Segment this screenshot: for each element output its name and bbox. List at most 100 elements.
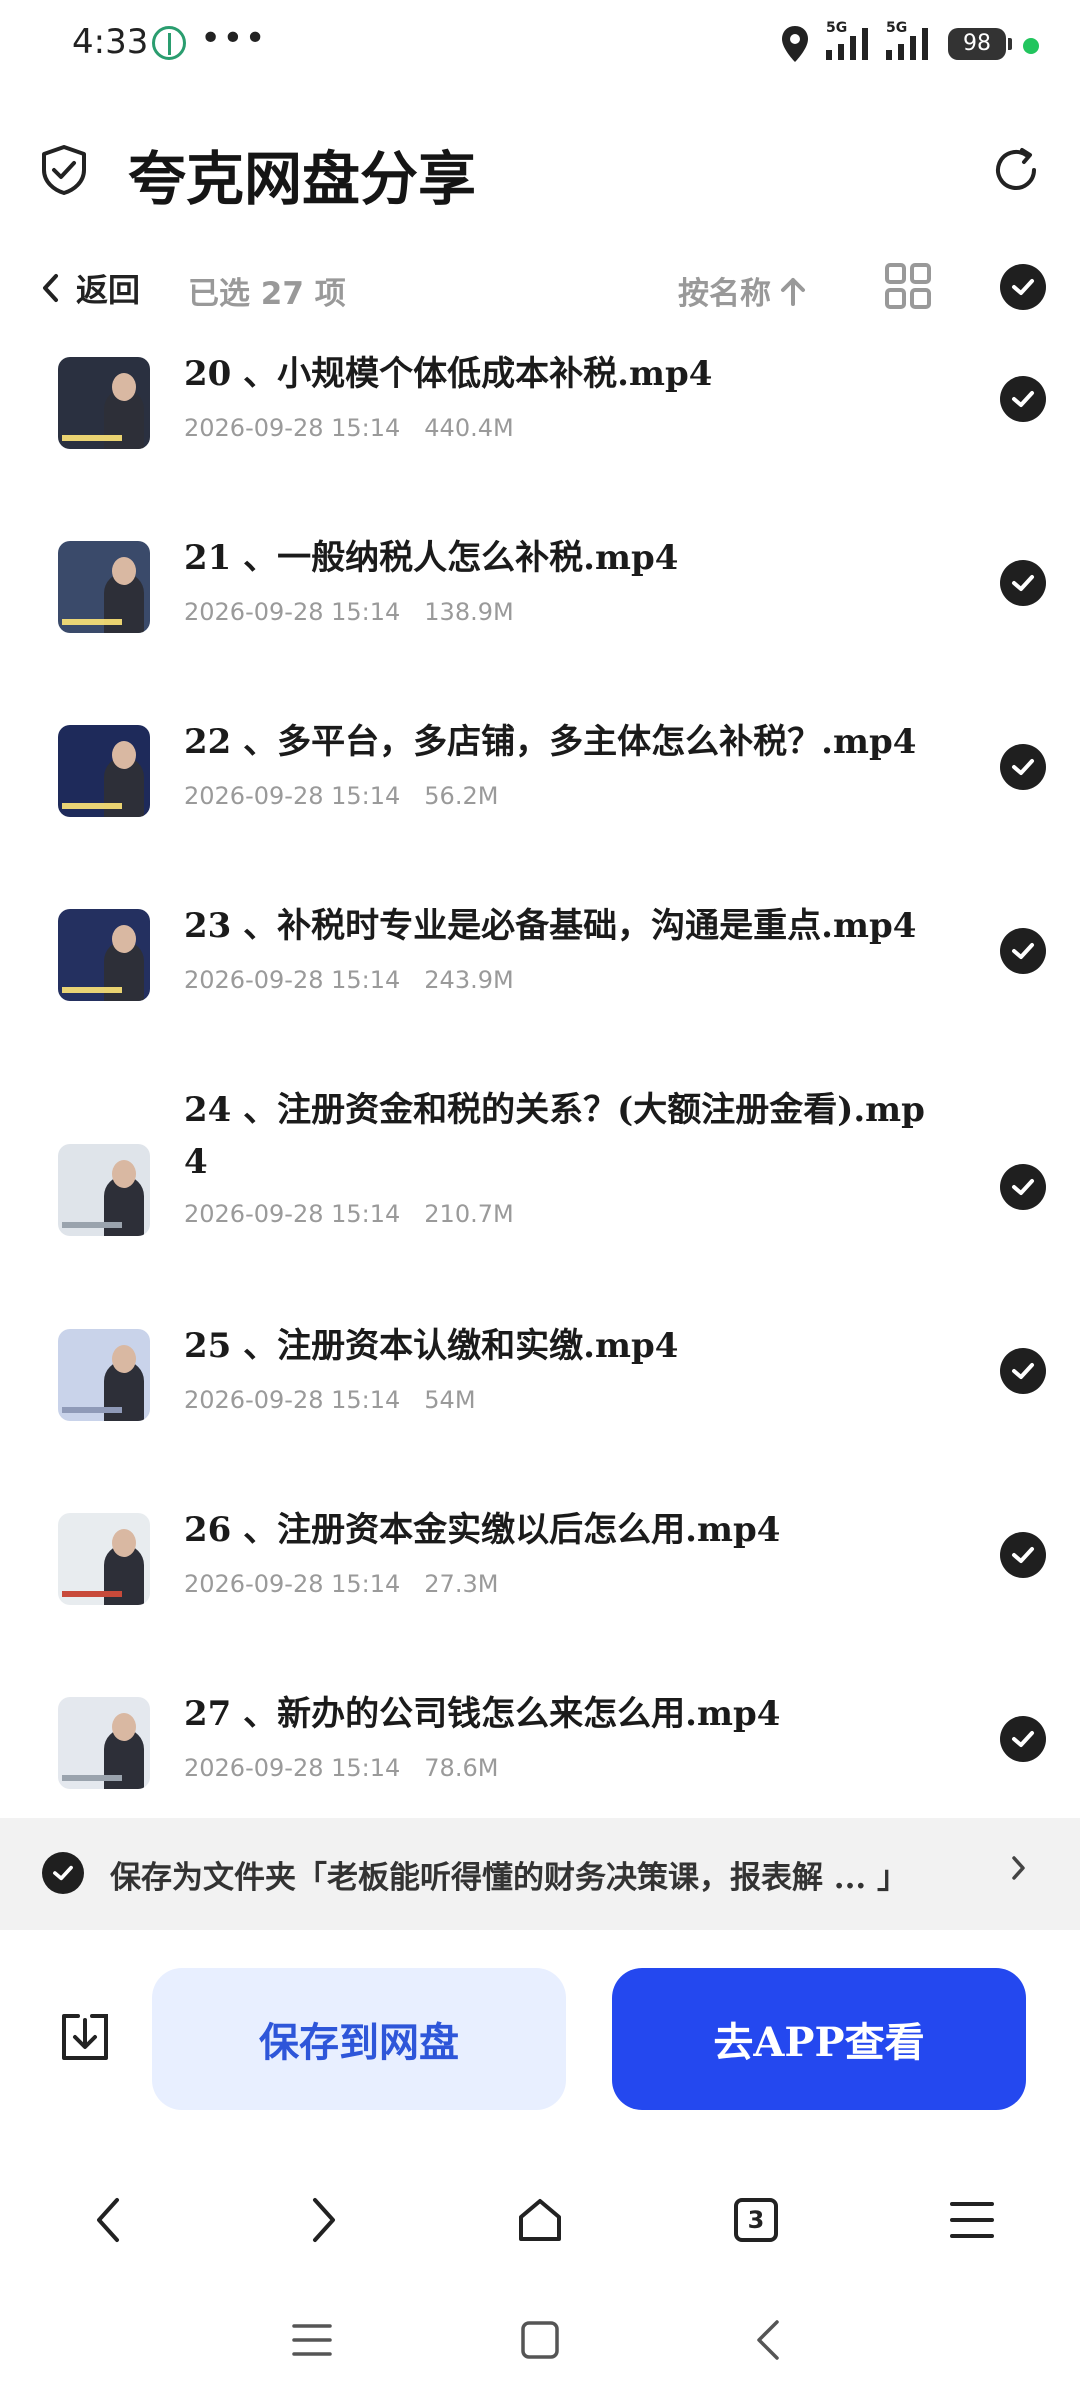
selection-toolbar: 返回 已选 27 项 按名称 bbox=[0, 250, 1080, 326]
file-name: 24 、注册资金和税的关系？(大额注册金看).mp4 bbox=[184, 1090, 925, 1182]
back-button[interactable]: 返回 bbox=[40, 266, 140, 310]
file-meta: 2026-09-28 15:14 138.9M bbox=[184, 598, 514, 626]
tabs-button[interactable]: 3 bbox=[726, 2190, 786, 2250]
file-date: 2026-09-28 15:14 bbox=[184, 598, 401, 626]
row-checkbox[interactable] bbox=[1000, 1532, 1046, 1578]
menu-icon[interactable] bbox=[942, 2190, 1002, 2250]
file-date: 2026-09-28 15:14 bbox=[184, 782, 401, 810]
sort-label: 按名称 bbox=[678, 276, 771, 312]
refresh-icon[interactable] bbox=[990, 144, 1042, 200]
check-icon bbox=[1012, 1731, 1034, 1747]
system-nav bbox=[0, 2290, 1080, 2400]
open-in-app-button[interactable]: 去APP查看 bbox=[612, 1968, 1026, 2110]
file-date: 2026-09-28 15:14 bbox=[184, 966, 401, 994]
file-meta: 2026-09-28 15:14 56.2M bbox=[184, 782, 498, 810]
file-name: 25 、注册资本认缴和实缴.mp4 bbox=[184, 1326, 679, 1366]
file-meta: 2026-09-28 15:14 27.3M bbox=[184, 1570, 498, 1598]
file-size: 138.9M bbox=[424, 598, 514, 626]
file-meta: 2026-09-28 15:14 210.7M bbox=[184, 1200, 514, 1228]
file-size: 210.7M bbox=[424, 1200, 514, 1228]
download-icon[interactable] bbox=[58, 2010, 112, 2068]
row-checkbox[interactable] bbox=[1000, 744, 1046, 790]
video-thumbnail bbox=[58, 1144, 150, 1236]
video-thumbnail bbox=[58, 1513, 150, 1605]
row-checkbox[interactable] bbox=[1000, 376, 1046, 422]
battery-indicator: 98 bbox=[948, 28, 1012, 60]
file-name: 23 、补税时专业是必备基础，沟通是重点.mp4 bbox=[184, 906, 917, 946]
select-mode-icon[interactable] bbox=[40, 144, 88, 200]
back-label: 返回 bbox=[76, 271, 141, 309]
file-size: 54M bbox=[424, 1386, 476, 1414]
row-checkbox[interactable] bbox=[1000, 928, 1046, 974]
file-name: 21 、一般纳税人怎么补税.mp4 bbox=[184, 538, 679, 578]
system-back-icon[interactable] bbox=[738, 2310, 798, 2370]
select-all-checkbox[interactable] bbox=[1000, 264, 1046, 310]
home-icon[interactable] bbox=[510, 2190, 570, 2250]
file-name: 27 、新办的公司钱怎么来怎么用.mp4 bbox=[184, 1694, 781, 1734]
check-icon bbox=[53, 1865, 73, 1881]
file-size: 440.4M bbox=[424, 414, 514, 442]
recent-apps-icon[interactable] bbox=[282, 2310, 342, 2370]
chevron-right-icon[interactable] bbox=[1010, 1852, 1028, 1892]
save-to-cloud-button[interactable]: 保存到网盘 bbox=[152, 1968, 566, 2110]
video-thumbnail bbox=[58, 909, 150, 1001]
file-meta: 2026-09-28 15:14 78.6M bbox=[184, 1754, 498, 1782]
signal-icon: 5G bbox=[822, 20, 878, 66]
file-size: 27.3M bbox=[424, 1570, 499, 1598]
status-bar: 4:33 ••• 5G 5G 98 bbox=[0, 0, 1080, 90]
arrow-up-icon bbox=[781, 277, 805, 306]
location-icon bbox=[780, 24, 810, 68]
file-date: 2026-09-28 15:14 bbox=[184, 1386, 401, 1414]
video-thumbnail bbox=[58, 357, 150, 449]
save-as-folder-label: 保存为文件夹「老板能听得懂的财务决策课，报表解 ... 」 bbox=[110, 1860, 908, 1896]
action-bar: 保存到网盘 去APP查看 bbox=[0, 1930, 1080, 2110]
browser-nav: 3 bbox=[0, 2160, 1080, 2270]
tab-count: 3 bbox=[734, 2198, 778, 2242]
browser-forward-icon[interactable] bbox=[294, 2190, 354, 2250]
file-date: 2026-09-28 15:14 bbox=[184, 414, 401, 442]
file-meta: 2026-09-28 15:14 440.4M bbox=[184, 414, 514, 442]
status-dot bbox=[1023, 38, 1039, 54]
app-notification-icon bbox=[152, 26, 186, 60]
browser-back-icon[interactable] bbox=[78, 2190, 138, 2250]
file-meta: 2026-09-28 15:14 54M bbox=[184, 1386, 476, 1414]
file-size: 78.6M bbox=[424, 1754, 499, 1782]
network-type-label: 5G bbox=[826, 20, 848, 36]
save-as-folder-bar[interactable]: 保存为文件夹「老板能听得懂的财务决策课，报表解 ... 」 bbox=[0, 1818, 1080, 1930]
status-time: 4:33 bbox=[72, 22, 149, 62]
selected-count: 已选 27 项 bbox=[188, 276, 346, 312]
file-meta: 2026-09-28 15:14 243.9M bbox=[184, 966, 514, 994]
file-name: 20 、小规模个体低成本补税.mp4 bbox=[184, 354, 713, 394]
file-date: 2026-09-28 15:14 bbox=[184, 1754, 401, 1782]
row-checkbox[interactable] bbox=[1000, 1164, 1046, 1210]
signal-icon-2: 5G bbox=[882, 20, 938, 66]
file-date: 2026-09-28 15:14 bbox=[184, 1200, 401, 1228]
grid-view-icon[interactable] bbox=[884, 262, 932, 314]
row-checkbox[interactable] bbox=[1000, 1348, 1046, 1394]
more-notifications-icon: ••• bbox=[200, 18, 267, 59]
video-thumbnail bbox=[58, 725, 150, 817]
check-icon bbox=[1012, 279, 1034, 295]
chevron-left-icon bbox=[43, 274, 58, 302]
check-icon bbox=[1012, 1363, 1034, 1379]
save-as-folder-checkbox[interactable] bbox=[42, 1852, 84, 1894]
file-name: 26 、注册资本金实缴以后怎么用.mp4 bbox=[184, 1510, 781, 1550]
check-icon bbox=[1012, 1547, 1034, 1563]
row-checkbox[interactable] bbox=[1000, 1716, 1046, 1762]
file-size: 56.2M bbox=[424, 782, 499, 810]
file-name: 22 、多平台，多店铺，多主体怎么补税？.mp4 bbox=[184, 722, 917, 762]
check-icon bbox=[1012, 759, 1034, 775]
system-home-icon[interactable] bbox=[510, 2310, 570, 2370]
row-checkbox[interactable] bbox=[1000, 560, 1046, 606]
video-thumbnail bbox=[58, 1329, 150, 1421]
file-list: 20 、小规模个体低成本补税.mp4 2026-09-28 15:14 440.… bbox=[0, 330, 1080, 1816]
check-icon bbox=[1012, 391, 1034, 407]
sort-button[interactable]: 按名称 bbox=[678, 268, 807, 313]
check-icon bbox=[1012, 575, 1034, 591]
check-icon bbox=[1012, 1179, 1034, 1195]
video-thumbnail bbox=[58, 1697, 150, 1789]
page-title: 夸克网盘分享 bbox=[128, 145, 477, 213]
video-thumbnail bbox=[58, 541, 150, 633]
file-size: 243.9M bbox=[424, 966, 514, 994]
check-icon bbox=[1012, 943, 1034, 959]
